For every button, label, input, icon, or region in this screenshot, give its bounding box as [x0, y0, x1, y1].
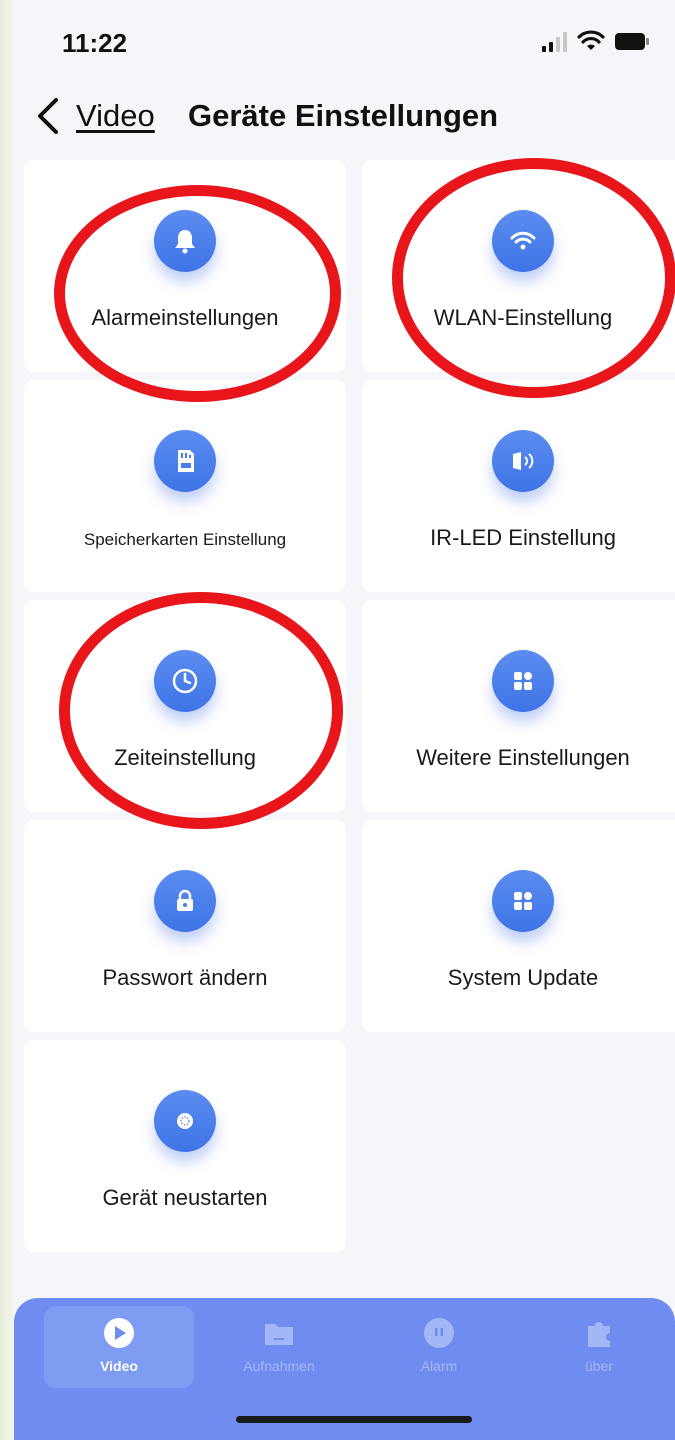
- navigation-bar: Video Geräte Einstellungen: [14, 80, 675, 154]
- back-button[interactable]: Video: [76, 98, 155, 134]
- lock-icon-badge: [154, 870, 216, 932]
- wlan-settings-card[interactable]: WLAN-Einstellung: [362, 160, 675, 372]
- home-indicator[interactable]: [236, 1416, 472, 1423]
- sd-card-icon-badge: [154, 430, 216, 492]
- time-settings-card[interactable]: Zeiteinstellung: [24, 600, 346, 812]
- bell-icon: [175, 230, 195, 254]
- grid-icon: [514, 672, 532, 690]
- chevron-left-icon[interactable]: [34, 96, 62, 136]
- ir-led-settings-card[interactable]: IR-LED Einstellung: [362, 380, 675, 592]
- grid-icon: [514, 892, 532, 910]
- restart-icon-badge: [154, 1090, 216, 1152]
- tab-video[interactable]: Video: [44, 1306, 194, 1388]
- change-password-card[interactable]: Passwort ändern: [24, 820, 346, 1032]
- clock-icon-badge: [154, 650, 216, 712]
- wifi-icon: [510, 231, 536, 250]
- tab-bar: Video Aufnahmen Alarm über: [14, 1298, 675, 1440]
- restart-device-label: Gerät neustarten: [102, 1185, 268, 1210]
- system-update-label: System Update: [447, 965, 599, 990]
- memory-card-settings-label: Speicherkarten Einstellung: [83, 530, 287, 549]
- status-time: 11:22: [62, 28, 128, 58]
- folder-icon: [265, 1324, 293, 1345]
- time-settings-label: Zeiteinstellung: [114, 745, 256, 770]
- ir-led-icon: [513, 452, 534, 470]
- tab-recordings[interactable]: Aufnahmen: [204, 1306, 354, 1388]
- tab-alarm-label: Alarm: [420, 1358, 458, 1374]
- tab-video-label: Video: [100, 1358, 138, 1374]
- signal-icon: [542, 32, 567, 52]
- restart-device-card[interactable]: Gerät neustarten: [24, 1040, 346, 1252]
- battery-icon: [615, 33, 649, 50]
- tab-alarm[interactable]: Alarm: [364, 1306, 514, 1388]
- play-icon: [104, 1318, 134, 1348]
- wifi-icon-badge: [492, 210, 554, 272]
- ir-led-icon-badge: [492, 430, 554, 492]
- grid-icon-badge: [492, 870, 554, 932]
- restart-icon: [177, 1113, 193, 1129]
- alarm-settings-card[interactable]: Alarmeinstellungen: [24, 160, 346, 372]
- page-title: Geräte Einstellungen: [188, 98, 499, 133]
- alarm-icon: [424, 1318, 454, 1348]
- more-settings-card[interactable]: Weitere Einstellungen: [362, 600, 675, 812]
- tab-about[interactable]: über: [524, 1306, 674, 1388]
- status-bar: 11:22: [14, 0, 675, 80]
- more-settings-label: Weitere Einstellungen: [416, 745, 630, 770]
- memory-card-settings-card[interactable]: Speicherkarten Einstellung: [24, 380, 346, 592]
- system-update-card[interactable]: System Update: [362, 820, 675, 1032]
- tab-about-label: über: [584, 1358, 614, 1374]
- sd-card-icon: [178, 450, 194, 472]
- change-password-label: Passwort ändern: [102, 965, 268, 990]
- status-icons: [541, 30, 651, 54]
- wifi-icon: [577, 30, 605, 50]
- ir-led-settings-label: IR-LED Einstellung: [430, 525, 616, 550]
- phone-screen: 11:22 Video Geräte Einstellungen Alarmei…: [14, 0, 675, 1440]
- puzzle-icon: [588, 1322, 610, 1347]
- lock-icon: [177, 889, 193, 911]
- wlan-settings-label: WLAN-Einstellung: [433, 305, 613, 330]
- grid-icon-badge: [492, 650, 554, 712]
- left-border: [0, 0, 14, 1440]
- tab-recordings-label: Aufnahmen: [243, 1358, 315, 1374]
- clock-icon: [172, 668, 198, 694]
- alarm-settings-label: Alarmeinstellungen: [91, 305, 279, 330]
- bell-icon-badge: [154, 210, 216, 272]
